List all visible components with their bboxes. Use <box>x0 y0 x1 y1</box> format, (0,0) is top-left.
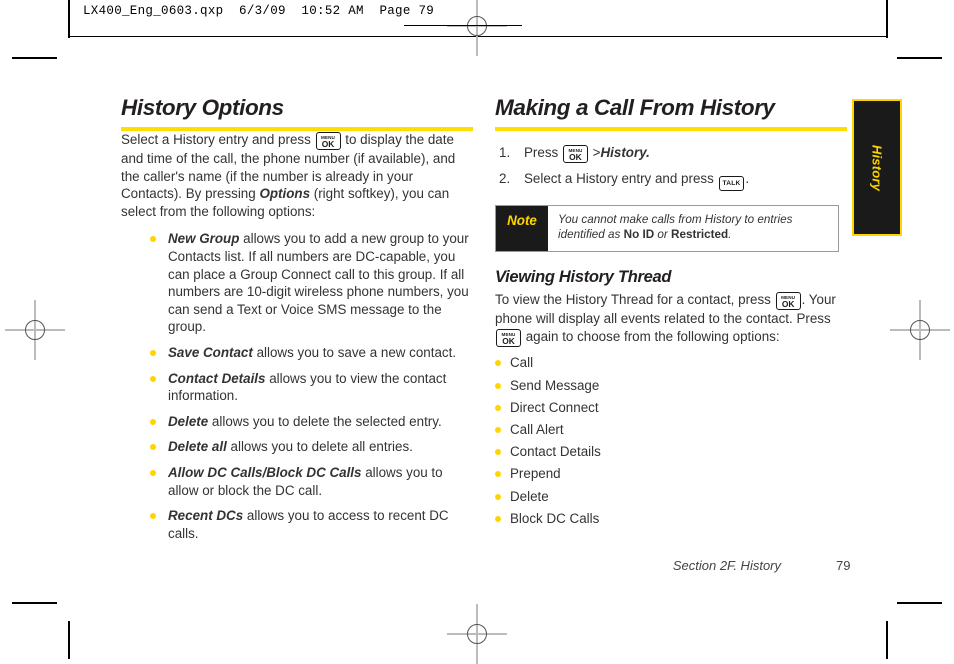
list-item: Prepend <box>495 466 847 482</box>
menu-ok-key-icon: MENU OK <box>775 292 801 311</box>
talk-key-icon: TALK <box>718 176 745 192</box>
note-body: You cannot make calls from History to en… <box>548 206 838 251</box>
section-thumb-tab-label: History <box>869 144 885 191</box>
list-item: Block DC Calls <box>495 511 847 527</box>
option-description: allows you to delete all entries. <box>226 439 413 455</box>
option-description: allows you to delete the selected entry. <box>208 413 442 429</box>
footer-section-label: Section 2F. History <box>672 558 781 573</box>
crop-mark-top-right-vertical <box>886 0 888 38</box>
option-term: Delete <box>168 413 209 429</box>
note-bold-restricted: Restricted <box>671 227 729 241</box>
note-label-block: Note <box>496 206 548 252</box>
note-text-part2: or <box>654 227 672 241</box>
right-column: Making a Call From History 1. Press MENU O… <box>495 96 847 533</box>
option-description: allows you to add a new group to your Co… <box>168 231 469 335</box>
note-text-part3: . <box>728 227 732 241</box>
option-term: New Group <box>168 231 240 247</box>
list-item: Call <box>495 355 847 371</box>
thread-text-part3: again to choose from the following optio… <box>522 329 780 345</box>
subsection-title-viewing-history-thread: Viewing History Thread <box>495 268 672 287</box>
registration-mark-bottom-icon <box>447 604 507 664</box>
menu-ok-key-icon: MENU OK <box>496 329 521 348</box>
crop-mark-bottom-left-vertical <box>68 621 70 659</box>
section-thumb-tab: History <box>852 99 902 236</box>
option-description: allows you to save a new contact. <box>252 344 457 360</box>
step-text-after-key: > <box>588 144 601 160</box>
list-item: Delete all allows you to delete all entr… <box>145 438 473 456</box>
crop-mark-top-left-horizontal <box>12 57 57 59</box>
note-bold-no-id: No ID <box>623 227 655 241</box>
crop-mark-bottom-right-horizontal <box>897 602 942 604</box>
step-text-before-key: Press <box>524 144 562 160</box>
registration-mark-left-icon <box>5 300 65 360</box>
list-item: 2. Select a History entry and press TALK. <box>495 170 847 192</box>
registration-mark-right-icon <box>890 300 950 360</box>
option-term: Delete all <box>168 439 227 455</box>
list-item: Contact Details <box>495 444 847 460</box>
title-accent-rule <box>495 126 847 131</box>
option-term: Recent DCs <box>168 508 244 524</box>
list-item: Allow DC Calls/Block DC Calls allows you… <box>145 464 473 499</box>
intro-text-part1: Select a History entry and press <box>121 131 315 147</box>
crop-mark-bottom-right-vertical <box>886 621 888 659</box>
step-text-before-key: Select a History entry and press <box>524 171 718 187</box>
section-title-making-a-call: Making a Call From History <box>495 95 775 120</box>
list-item: Recent DCs allows you to access to recen… <box>145 507 473 542</box>
list-item: Save Contact allows you to save a new co… <box>145 344 473 362</box>
manual-page: LX400_Eng_0603.qxp 6/3/09 10:52 AM Page … <box>0 0 954 664</box>
list-item: Contact Details allows you to view the c… <box>145 370 473 405</box>
thread-text-part1: To view the History Thread for a contact… <box>495 292 775 308</box>
thread-options-list: Call Send Message Direct Connect Call Al… <box>495 355 847 526</box>
making-call-steps-list: 1. Press MENU OK >History. 2. Select a Hist… <box>495 144 847 192</box>
history-options-list: New Group allows you to add a new group … <box>145 230 473 542</box>
option-term: Allow DC Calls/Block DC Calls <box>168 464 362 480</box>
list-item: Send Message <box>495 378 847 394</box>
list-item: New Group allows you to add a new group … <box>145 230 473 336</box>
crop-mark-top-right-horizontal <box>897 57 942 59</box>
note-callout: Note You cannot make calls from History … <box>495 205 839 253</box>
left-column: History Options Select a History entry a… <box>121 96 473 550</box>
print-job-slug: LX400_Eng_0603.qxp 6/3/09 10:52 AM Page … <box>83 4 435 18</box>
crop-mark-top-left-vertical <box>68 0 70 38</box>
intro-emphasis-options: Options <box>259 186 311 202</box>
registration-mark-top-icon <box>447 0 507 56</box>
step-menu-target: History. <box>600 144 650 160</box>
print-job-slug-underline <box>404 25 522 27</box>
list-item: Call Alert <box>495 422 847 438</box>
list-item: Delete <box>495 489 847 505</box>
step-text-after-key: . <box>745 171 750 187</box>
note-label: Note <box>507 213 537 229</box>
thread-intro-paragraph: To view the History Thread for a contact… <box>495 291 847 348</box>
menu-ok-key-icon: MENU OK <box>562 145 588 164</box>
list-item: 1. Press MENU OK >History. <box>495 144 847 164</box>
step-number: 1. <box>499 144 511 160</box>
viewing-history-thread-section: Viewing History Thread To view the Histo… <box>495 268 847 527</box>
option-term: Save Contact <box>168 344 253 360</box>
menu-ok-key-icon: MENU OK <box>315 132 341 151</box>
crop-mark-bottom-left-horizontal <box>12 602 57 604</box>
footer-page-number: 79 <box>836 558 851 573</box>
option-term: Contact Details <box>168 370 266 386</box>
step-number: 2. <box>499 171 511 187</box>
page-title: History Options <box>121 95 284 120</box>
intro-paragraph: Select a History entry and press MENU OK … <box>121 131 473 221</box>
list-item: Direct Connect <box>495 400 847 416</box>
list-item: Delete allows you to delete the selected… <box>145 413 473 431</box>
